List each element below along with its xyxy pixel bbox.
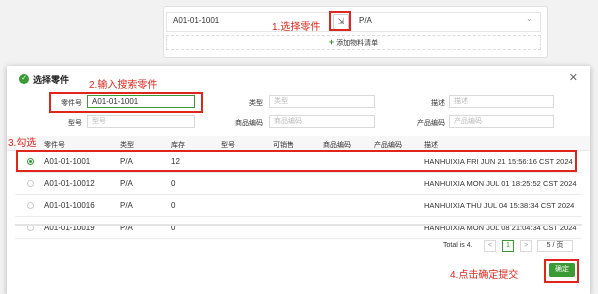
column-header: 型号 xyxy=(221,142,235,149)
column-header: 描述 xyxy=(424,142,438,149)
background-part-number: A01-01-1001 xyxy=(173,16,220,25)
cell-type: P/A xyxy=(120,201,133,210)
dialog-title: 选择零件 xyxy=(33,74,70,85)
cell-part-number: A01-01-10016 xyxy=(44,201,95,210)
annotation-step2: 2.输入搜索零件 xyxy=(89,80,158,91)
page-size-select[interactable]: 5 / 页 xyxy=(537,240,573,252)
annotation-step1: 1.选择零件 xyxy=(272,22,321,33)
table-row[interactable]: A01-01-10019 P/A 0 HANHUIXIA MON JUL 08 … xyxy=(15,218,582,239)
cell-description: HANHUIXIA THU JUL 04 15:38:34 CST 2024 xyxy=(424,201,575,210)
close-icon[interactable]: ✕ xyxy=(569,71,578,84)
column-header: 库存 xyxy=(171,142,185,149)
model-input[interactable]: 型号 xyxy=(87,115,195,128)
goods-code-input[interactable]: 商品编码 xyxy=(269,115,375,128)
annotation-step4: 4.点击确定提交 xyxy=(450,270,519,281)
description-label: 描述 xyxy=(431,100,445,107)
product-code-label: 产品编码 xyxy=(417,120,445,127)
highlight-confirm-button xyxy=(544,259,579,283)
type-input[interactable]: 类型 xyxy=(269,95,375,108)
column-header: 零件号 xyxy=(44,142,65,149)
column-header: 产品编码 xyxy=(374,142,402,149)
column-header: 类型 xyxy=(120,142,134,149)
product-code-input[interactable]: 产品编码 xyxy=(449,115,554,128)
goods-code-label: 商品编码 xyxy=(235,120,263,127)
add-material-button[interactable]: + 添加物料清单 xyxy=(166,35,541,50)
table-header: 零件号 类型 库存 型号 可销售 商品编码 产品编码 描述 xyxy=(7,136,590,151)
background-part-type: P/A xyxy=(359,16,372,25)
cell-stock: 0 xyxy=(171,179,176,188)
highlight-pick-icon xyxy=(329,11,351,31)
pagination-total: Total is 4. xyxy=(443,242,473,249)
dialog-header: ✓ 选择零件 xyxy=(19,71,69,87)
row-radio[interactable] xyxy=(27,202,34,209)
pagination-next-button[interactable]: > xyxy=(520,240,532,252)
horizontal-scrollbar[interactable] xyxy=(15,224,582,226)
description-input[interactable]: 描述 xyxy=(449,95,554,108)
highlight-selected-row xyxy=(16,150,577,172)
chevron-down-icon[interactable]: ⌄ xyxy=(526,14,533,23)
column-header: 可销售 xyxy=(273,142,294,149)
column-header: 商品编码 xyxy=(323,142,351,149)
table-row[interactable]: A01-01-10016 P/A 0 HANHUIXIA THU JUL 04 … xyxy=(15,196,582,217)
parts-row xyxy=(166,12,541,32)
pagination-page-1[interactable]: 1 xyxy=(502,240,514,252)
table-row[interactable]: A01-01-10012 P/A 0 HANHUIXIA MON JUL 01 … xyxy=(15,174,582,195)
add-material-label: 添加物料清单 xyxy=(336,40,379,47)
cell-stock: 0 xyxy=(171,201,176,210)
highlight-part-number xyxy=(49,92,203,113)
model-label: 型号 xyxy=(68,120,82,127)
cell-description: HANHUIXIA MON JUL 01 18:25:52 CST 2024 xyxy=(424,179,577,188)
type-label: 类型 xyxy=(249,100,263,107)
check-circle-icon: ✓ xyxy=(19,74,29,84)
row-radio[interactable] xyxy=(27,180,34,187)
cell-type: P/A xyxy=(120,179,133,188)
cell-part-number: A01-01-10012 xyxy=(44,179,95,188)
plus-icon: + xyxy=(328,37,335,47)
annotation-step3: 3.勾选 xyxy=(8,138,37,149)
pagination-prev-button[interactable]: < xyxy=(484,240,496,252)
